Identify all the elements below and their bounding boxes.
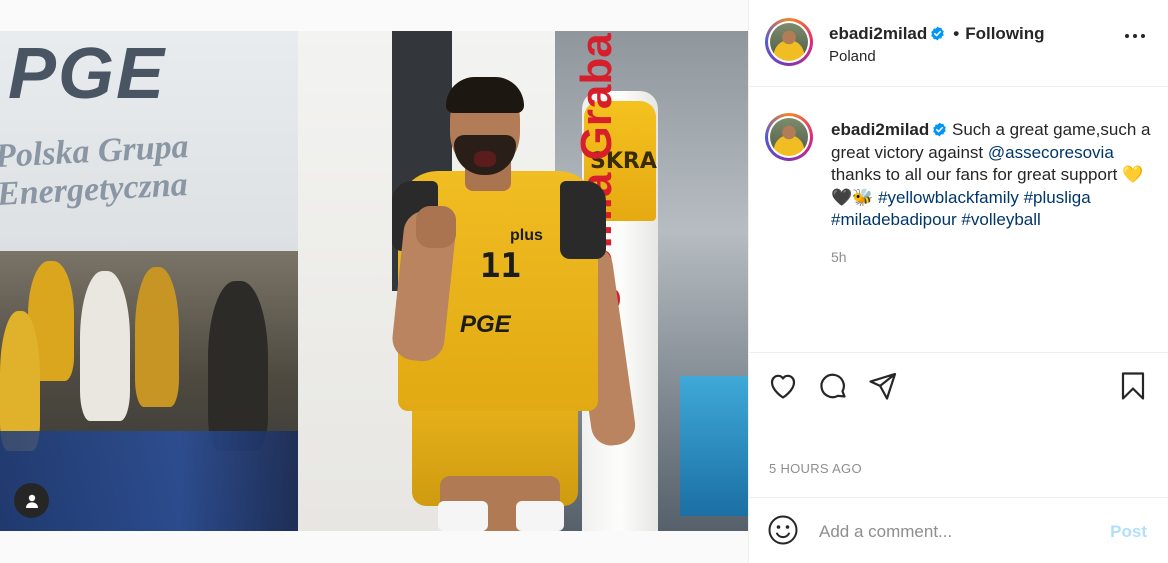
emoji-icon[interactable]	[767, 514, 799, 546]
comment-bar: Post	[749, 497, 1168, 563]
player-mouth	[474, 151, 496, 167]
led-board-left	[0, 431, 300, 531]
jersey-sponsor: plus	[510, 227, 543, 244]
tagged-users-button[interactable]	[14, 483, 49, 518]
post-header: ebadi2milad • Following Poland	[749, 0, 1168, 87]
post-timestamp[interactable]: 5 HOURS AGO	[769, 461, 862, 476]
bookmark-icon[interactable]	[1117, 370, 1149, 402]
avatar-image	[770, 118, 808, 156]
header-separator: •	[953, 24, 960, 43]
comment-icon[interactable]	[817, 370, 849, 402]
more-horizontal-icon[interactable]	[1125, 34, 1145, 38]
jersey-brand: PGE	[460, 311, 511, 338]
banner-brand-text: PGE	[8, 34, 167, 114]
author-username[interactable]: ebadi2milad	[829, 24, 927, 43]
player-hair	[446, 77, 524, 113]
user-tag-icon	[25, 494, 38, 508]
post-side-panel: ebadi2milad • Following Poland ebadi2mila…	[748, 0, 1168, 563]
player-fist	[416, 206, 456, 248]
caption-section: ebadi2milad Such a great game,such a gre…	[749, 88, 1168, 352]
player-kneepad-left	[438, 501, 488, 531]
post-photo[interactable]: PGE Polska Grupa Energetyczna SKRA cegie…	[0, 31, 748, 531]
avatar-image	[770, 23, 808, 61]
caption-author-avatar[interactable]	[765, 113, 813, 161]
send-icon[interactable]	[867, 370, 899, 402]
caption-text: ebadi2milad Such a great game,such a gre…	[831, 119, 1151, 232]
banner-sub-text: Polska Grupa Energetyczna	[0, 128, 191, 214]
following-button[interactable]: Following	[965, 24, 1044, 43]
led-board-right	[680, 376, 748, 516]
post-location[interactable]: Poland	[829, 48, 876, 65]
verified-badge-icon	[933, 122, 947, 137]
player-sleeve-right	[560, 181, 606, 259]
caption-time-ago[interactable]: 5h	[831, 249, 847, 265]
action-bar	[749, 352, 1168, 422]
header-line: ebadi2milad • Following	[829, 24, 1045, 44]
player-kneepad-right	[516, 501, 564, 531]
heart-icon[interactable]	[767, 370, 799, 402]
comment-input[interactable]	[819, 518, 1089, 546]
jersey-number: 11	[480, 246, 521, 286]
author-avatar[interactable]	[765, 18, 813, 66]
verified-badge-icon	[931, 26, 945, 41]
caption-username[interactable]: ebadi2milad	[831, 120, 929, 139]
post-media-pane: PGE Polska Grupa Energetyczna SKRA cegie…	[0, 0, 748, 563]
caption-body-2: thanks to all our fans for great support	[831, 165, 1123, 185]
caption-mention[interactable]: @assecoresovia	[988, 143, 1114, 162]
post-comment-button[interactable]: Post	[1110, 522, 1147, 542]
